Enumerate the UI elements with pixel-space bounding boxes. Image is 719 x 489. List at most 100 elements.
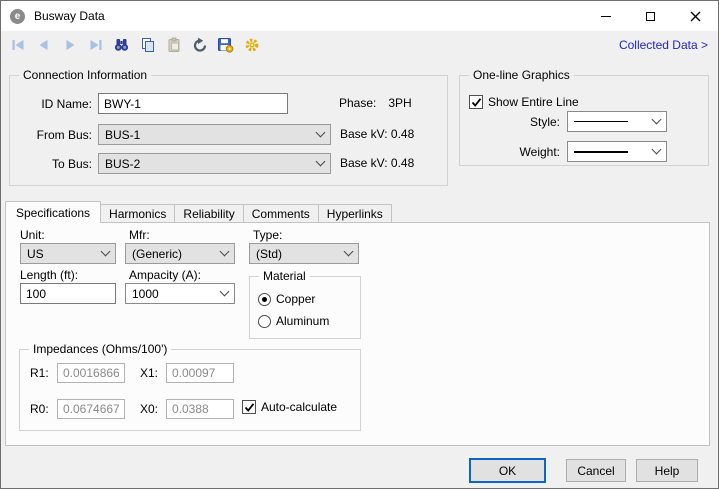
chevron-down-icon bbox=[652, 115, 662, 125]
tab-label: Specifications bbox=[16, 206, 90, 220]
mfr-dropdown[interactable]: (Generic) bbox=[125, 243, 235, 264]
to-bus-dropdown[interactable]: BUS-2 bbox=[98, 153, 331, 174]
collected-data-link[interactable]: Collected Data > bbox=[619, 38, 708, 52]
auto-calculate-row: Auto-calculate bbox=[242, 400, 337, 414]
find-binoculars-icon bbox=[113, 37, 130, 53]
window-title: Busway Data bbox=[34, 9, 105, 23]
save-options-button[interactable] bbox=[215, 35, 236, 56]
undo-icon bbox=[192, 37, 208, 53]
connection-information-label: Connection Information bbox=[19, 68, 151, 83]
busway-data-dialog: e Busway Data bbox=[0, 0, 719, 489]
impedances-label: Impedances (Ohms/100') bbox=[29, 342, 171, 357]
find-button[interactable] bbox=[111, 35, 132, 56]
ampacity-label: Ampacity (A): bbox=[129, 268, 201, 282]
paste-button[interactable] bbox=[163, 35, 184, 56]
chevron-down-icon bbox=[652, 145, 662, 155]
help-button[interactable]: Help bbox=[636, 459, 698, 482]
x1-input[interactable] bbox=[166, 363, 234, 383]
tab-strip: Specifications Harmonics Reliability Com… bbox=[5, 201, 392, 223]
ok-button[interactable]: OK bbox=[469, 458, 546, 483]
toolbar: Collected Data > bbox=[1, 31, 718, 59]
copy-icon bbox=[140, 37, 156, 53]
undo-button[interactable] bbox=[189, 35, 210, 56]
style-dropdown[interactable] bbox=[567, 111, 667, 132]
material-option-copper[interactable]: Copper bbox=[258, 292, 315, 306]
phase-value: 3PH bbox=[388, 96, 411, 110]
tab-label: Reliability bbox=[183, 207, 234, 221]
phase-label: Phase: bbox=[339, 96, 376, 110]
weight-label: Weight: bbox=[498, 145, 560, 159]
auto-calculate-label: Auto-calculate bbox=[261, 400, 337, 414]
app-icon: e bbox=[10, 9, 25, 24]
tab-reliability[interactable]: Reliability bbox=[175, 204, 243, 223]
options-gear-button[interactable] bbox=[241, 35, 262, 56]
from-bus-label: From Bus: bbox=[12, 128, 92, 142]
r1-label: R1: bbox=[30, 366, 49, 380]
unit-dropdown[interactable]: US bbox=[20, 243, 116, 264]
auto-calculate-checkbox[interactable] bbox=[242, 400, 256, 414]
show-entire-line-checkbox[interactable] bbox=[469, 95, 483, 109]
mfr-label: Mfr: bbox=[129, 228, 150, 242]
weight-dropdown[interactable] bbox=[567, 141, 667, 162]
length-input[interactable] bbox=[20, 283, 116, 304]
title-bar: e Busway Data bbox=[1, 1, 718, 31]
check-icon bbox=[471, 97, 482, 108]
next-record-icon bbox=[62, 37, 78, 53]
tab-label: Harmonics bbox=[109, 207, 166, 221]
type-dropdown[interactable]: (Std) bbox=[249, 243, 359, 264]
first-record-icon bbox=[10, 37, 26, 53]
tab-label: Comments bbox=[252, 207, 310, 221]
cancel-button[interactable]: Cancel bbox=[566, 459, 626, 482]
from-bus-dropdown[interactable]: BUS-1 bbox=[98, 124, 331, 145]
check-icon bbox=[244, 402, 255, 413]
previous-record-icon bbox=[36, 37, 52, 53]
x1-label: X1: bbox=[140, 366, 158, 380]
tab-harmonics[interactable]: Harmonics bbox=[101, 204, 175, 223]
x0-label: X0: bbox=[140, 402, 158, 416]
previous-record-button[interactable] bbox=[33, 35, 54, 56]
aluminum-radio[interactable] bbox=[258, 315, 271, 328]
style-label: Style: bbox=[498, 115, 560, 129]
tab-specifications[interactable]: Specifications bbox=[5, 201, 101, 223]
copper-radio[interactable] bbox=[258, 293, 271, 306]
r0-label: R0: bbox=[30, 402, 49, 416]
tab-comments[interactable]: Comments bbox=[244, 204, 319, 223]
copy-button[interactable] bbox=[137, 35, 158, 56]
chevron-down-icon bbox=[316, 157, 326, 167]
type-value: (Std) bbox=[256, 247, 282, 261]
show-entire-line-label: Show Entire Line bbox=[488, 95, 579, 109]
r1-input[interactable] bbox=[57, 363, 125, 383]
unit-value: US bbox=[27, 247, 44, 261]
id-name-input[interactable] bbox=[98, 93, 288, 114]
r0-input[interactable] bbox=[57, 399, 125, 419]
close-icon bbox=[690, 11, 701, 22]
mfr-value: (Generic) bbox=[132, 247, 182, 261]
to-bus-label: To Bus: bbox=[12, 157, 92, 171]
caption-buttons bbox=[583, 1, 718, 31]
tab-hyperlinks[interactable]: Hyperlinks bbox=[319, 204, 392, 223]
show-entire-line-row: Show Entire Line bbox=[469, 95, 579, 109]
next-record-button[interactable] bbox=[59, 35, 80, 56]
connection-information-group: Connection Information ID Name: Phase: 3… bbox=[9, 75, 448, 186]
to-base-kv-label: Base kV: 0.48 bbox=[340, 156, 414, 170]
ampacity-value: 1000 bbox=[132, 287, 159, 301]
last-record-button[interactable] bbox=[85, 35, 106, 56]
x0-input[interactable] bbox=[166, 399, 234, 419]
specifications-panel: Unit: US Mfr: (Generic) Type: (Std) Leng… bbox=[5, 222, 710, 446]
last-record-icon bbox=[88, 37, 104, 53]
one-line-graphics-group: One-line Graphics Show Entire Line Style… bbox=[459, 75, 709, 166]
chevron-down-icon bbox=[101, 247, 111, 257]
unit-label: Unit: bbox=[20, 228, 45, 242]
ampacity-dropdown[interactable]: 1000 bbox=[125, 283, 235, 304]
chevron-down-icon bbox=[220, 247, 230, 257]
first-record-button[interactable] bbox=[7, 35, 28, 56]
material-option-aluminum[interactable]: Aluminum bbox=[258, 314, 329, 328]
paste-icon bbox=[166, 37, 182, 53]
type-label: Type: bbox=[253, 228, 282, 242]
minimize-button[interactable] bbox=[583, 1, 628, 31]
close-button[interactable] bbox=[673, 1, 718, 31]
maximize-button[interactable] bbox=[628, 1, 673, 31]
line-style-swatch bbox=[574, 121, 628, 123]
material-group: Material Copper Aluminum bbox=[249, 276, 361, 339]
one-line-graphics-label: One-line Graphics bbox=[469, 68, 574, 83]
